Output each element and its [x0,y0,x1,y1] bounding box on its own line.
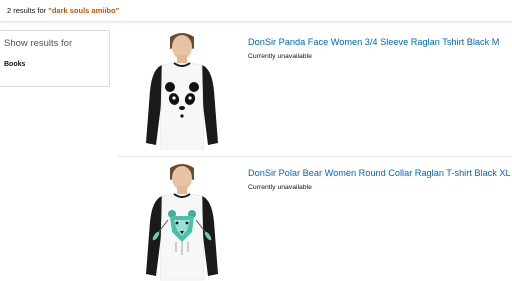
results-summary: 2 results for "dark souls amiibo" [7,6,119,15]
panda-shirt-icon [146,33,218,150]
search-result-2: DonSir Polar Bear Women Round Collar Rag… [118,158,512,281]
availability-status: Currently unavailable [248,53,312,60]
availability-status: Currently unavailable [248,184,312,191]
filter-sidebar: Show results for Books [0,30,110,87]
product-image-panda-shirt[interactable] [132,31,232,151]
results-query: "dark souls amiibo" [48,6,120,15]
sidebar-title: Show results for [4,38,73,49]
polar-bear-shirt-icon [146,164,218,281]
search-result-1: DonSir Panda Face Women 3/4 Sleeve Ragla… [118,27,512,157]
results-bar: 2 results for "dark souls amiibo" [0,0,512,22]
product-title-link[interactable]: DonSir Polar Bear Women Round Collar Rag… [248,168,511,178]
product-image-polar-bear-shirt[interactable] [132,162,232,281]
product-title-link[interactable]: DonSir Panda Face Women 3/4 Sleeve Ragla… [248,37,499,47]
sidebar-item-books[interactable]: Books [4,61,25,68]
results-count: 2 results for [7,6,49,15]
